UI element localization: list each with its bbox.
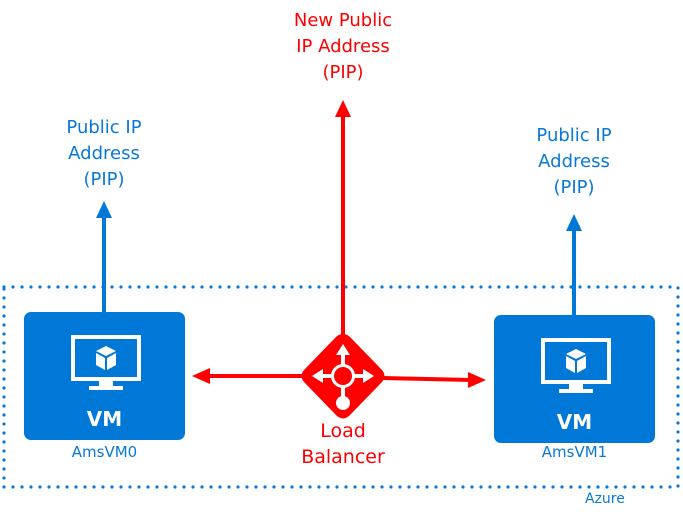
arrow-lb-to-vm1 xyxy=(381,372,486,388)
arrow-lb-to-new-pip xyxy=(335,100,351,336)
load-balancer-icon xyxy=(301,334,385,419)
arrow-vm1-to-pip xyxy=(566,214,582,315)
public-ip-left-line2: Address xyxy=(68,143,140,164)
arrow-vm0-to-pip xyxy=(96,201,112,312)
new-public-ip-label: New Public IP Address (PIP) xyxy=(271,8,415,86)
public-ip-label-left: Public IP Address (PIP) xyxy=(44,115,164,193)
azure-container-label: Azure xyxy=(585,491,625,507)
new-pip-line2: IP Address xyxy=(296,36,390,57)
virtual-machine-icon xyxy=(541,338,611,393)
vm1-type-label: VM xyxy=(556,410,593,434)
public-ip-label-right: Public IP Address (PIP) xyxy=(514,123,634,201)
vm-node-amsvm0: VM xyxy=(24,312,185,440)
public-ip-left-line3: (PIP) xyxy=(83,169,125,190)
public-ip-left-line1: Public IP xyxy=(66,117,142,138)
public-ip-right-line3: (PIP) xyxy=(553,177,595,198)
arrow-lb-to-vm0 xyxy=(192,368,306,384)
load-balancer-label: Load Balancer xyxy=(283,418,403,470)
public-ip-right-line1: Public IP xyxy=(536,125,612,146)
new-pip-line3: (PIP) xyxy=(322,62,364,83)
new-pip-line1: New Public xyxy=(293,10,393,31)
architecture-diagram: Public IP Address (PIP) Public IP Addres… xyxy=(0,0,683,526)
lb-line2: Balancer xyxy=(301,446,385,468)
vm-node-amsvm1: VM xyxy=(494,315,655,443)
public-ip-right-line2: Address xyxy=(538,151,610,172)
vm0-type-label: VM xyxy=(86,407,123,431)
vm1-name: AmsVM1 xyxy=(541,443,608,461)
lb-line1: Load xyxy=(320,420,366,442)
virtual-machine-icon xyxy=(71,335,141,390)
vm0-name: AmsVM0 xyxy=(71,443,138,461)
